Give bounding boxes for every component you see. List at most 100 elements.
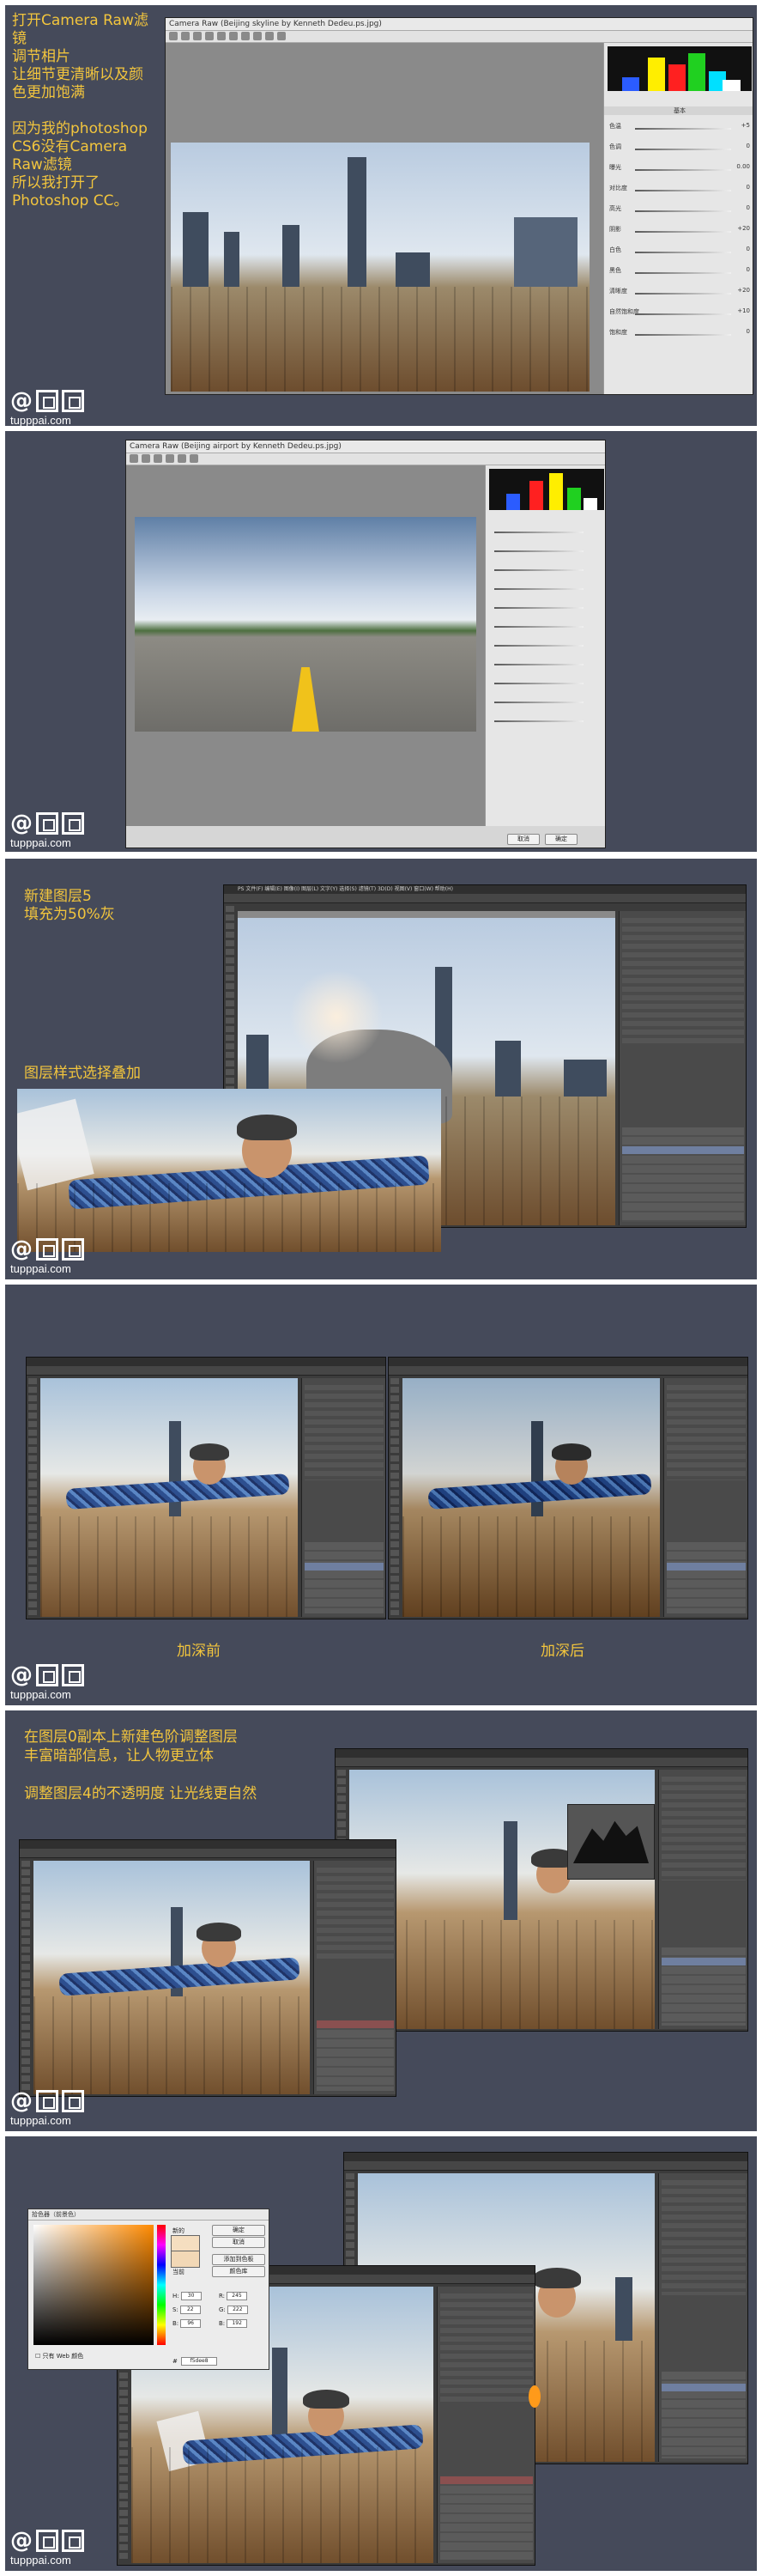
slider-row[interactable]: [491, 563, 602, 574]
slider-track[interactable]: [494, 720, 584, 722]
color-sampler-icon[interactable]: [205, 32, 214, 40]
color-value-field[interactable]: R: 245: [219, 2292, 248, 2300]
slider-row[interactable]: [491, 620, 602, 630]
rotate-icon[interactable]: [277, 32, 286, 40]
slider-row[interactable]: 自然饱和度 +10: [609, 307, 750, 318]
hand-tool-icon[interactable]: [142, 454, 150, 463]
slider-row[interactable]: [491, 601, 602, 611]
slider-row[interactable]: 曝光 0.00: [609, 163, 750, 173]
web-colors-checkbox[interactable]: ☐ 只有 Web 颜色: [35, 2352, 83, 2360]
layers-panel[interactable]: [662, 1947, 746, 2026]
color-value-field[interactable]: B: 96: [172, 2319, 202, 2328]
slider-track[interactable]: [635, 149, 731, 150]
add-to-swatches-button[interactable]: 添加到色板: [212, 2254, 265, 2265]
tool-panel[interactable]: [390, 1378, 399, 1615]
color-value-field[interactable]: G: 222: [219, 2306, 248, 2314]
straighten-icon[interactable]: [229, 32, 238, 40]
slider-row[interactable]: 黑色 0: [609, 266, 750, 276]
slider-value[interactable]: +5: [733, 122, 750, 129]
slider-value[interactable]: 0: [733, 266, 750, 273]
slider-track[interactable]: [635, 313, 731, 315]
slider-track[interactable]: [494, 626, 584, 628]
slider-track[interactable]: [494, 550, 584, 552]
brush-icon[interactable]: [178, 454, 186, 463]
slider-track[interactable]: [635, 272, 731, 274]
zoom-tool-icon[interactable]: [169, 32, 178, 40]
slider-value[interactable]: 0: [733, 204, 750, 211]
color-field[interactable]: [33, 2225, 154, 2345]
slider-row[interactable]: [491, 696, 602, 706]
slider-track[interactable]: [635, 210, 731, 212]
hue-slider[interactable]: [157, 2225, 166, 2345]
layers-panel[interactable]: [305, 1541, 384, 1613]
rotate-icon[interactable]: [190, 454, 198, 463]
slider-track[interactable]: [494, 645, 584, 647]
slider-track[interactable]: [494, 607, 584, 609]
slider-row[interactable]: 色调 0: [609, 143, 750, 153]
cancel-button[interactable]: 取消: [507, 834, 540, 845]
slider-track[interactable]: [494, 532, 584, 533]
hex-field[interactable]: # f5dee8: [172, 2357, 218, 2366]
slider-row[interactable]: 白色 0: [609, 246, 750, 256]
menu-bar[interactable]: [389, 1358, 747, 1366]
slider-row[interactable]: [491, 658, 602, 668]
ok-button[interactable]: 确定: [545, 834, 578, 845]
layers-panel[interactable]: [317, 2020, 394, 2091]
slider-track[interactable]: [494, 683, 584, 684]
slider-row[interactable]: 饱和度 0: [609, 328, 750, 338]
slider-row[interactable]: [491, 582, 602, 592]
slider-track[interactable]: [635, 128, 731, 130]
color-libraries-button[interactable]: 颜色库: [212, 2266, 265, 2277]
slider-row[interactable]: 阴影 +20: [609, 225, 750, 235]
picker-ok-button[interactable]: 确定: [212, 2225, 265, 2236]
slider-track[interactable]: [494, 588, 584, 590]
slider-track[interactable]: [635, 169, 731, 171]
slider-track[interactable]: [494, 569, 584, 571]
slider-value[interactable]: 0: [733, 246, 750, 252]
menu-bar[interactable]: [344, 2153, 747, 2161]
slider-row[interactable]: 清晰度 +20: [609, 287, 750, 297]
layers-panel[interactable]: [622, 1127, 744, 1222]
menu-bar[interactable]: [336, 1749, 747, 1758]
slider-value[interactable]: 0: [733, 143, 750, 149]
crop-icon[interactable]: [166, 454, 174, 463]
slider-value[interactable]: +10: [733, 307, 750, 314]
slider-value[interactable]: 0: [733, 328, 750, 335]
slider-row[interactable]: 高光 0: [609, 204, 750, 215]
color-value-field[interactable]: H: 30: [172, 2292, 202, 2300]
white-balance-icon[interactable]: [193, 32, 202, 40]
layers-panel[interactable]: [662, 2372, 746, 2458]
crop-icon[interactable]: [217, 32, 226, 40]
slider-value[interactable]: +20: [733, 287, 750, 294]
layers-panel[interactable]: [440, 2476, 533, 2560]
slider-row[interactable]: 对比度 0: [609, 184, 750, 194]
slider-track[interactable]: [635, 334, 731, 336]
layers-panel[interactable]: [667, 1541, 746, 1613]
red-eye-icon[interactable]: [253, 32, 262, 40]
selected-layer[interactable]: [622, 1146, 744, 1155]
zoom-tool-icon[interactable]: [130, 454, 138, 463]
spot-removal-icon[interactable]: [241, 32, 250, 40]
properties-panel[interactable]: [622, 918, 744, 1044]
slider-row[interactable]: [491, 677, 602, 687]
slider-track[interactable]: [635, 252, 731, 253]
color-value-field[interactable]: S: 22: [172, 2306, 201, 2314]
picker-cancel-button[interactable]: 取消: [212, 2237, 265, 2248]
hand-tool-icon[interactable]: [181, 32, 190, 40]
slider-value[interactable]: 0.00: [733, 163, 750, 170]
slider-row[interactable]: 色温 +5: [609, 122, 750, 132]
highlighted-layer[interactable]: [317, 2020, 394, 2029]
slider-row[interactable]: [491, 639, 602, 649]
tool-panel[interactable]: [21, 1861, 30, 2093]
slider-row[interactable]: [491, 714, 602, 725]
slider-value[interactable]: 0: [733, 184, 750, 191]
slider-track[interactable]: [635, 190, 731, 191]
brush-icon[interactable]: [265, 32, 274, 40]
slider-track[interactable]: [494, 702, 584, 703]
slider-track[interactable]: [494, 664, 584, 665]
slider-track[interactable]: [635, 231, 731, 233]
white-balance-icon[interactable]: [154, 454, 162, 463]
slider-row[interactable]: [491, 544, 602, 555]
menu-bar[interactable]: [27, 1358, 385, 1366]
slider-row[interactable]: [491, 526, 602, 536]
